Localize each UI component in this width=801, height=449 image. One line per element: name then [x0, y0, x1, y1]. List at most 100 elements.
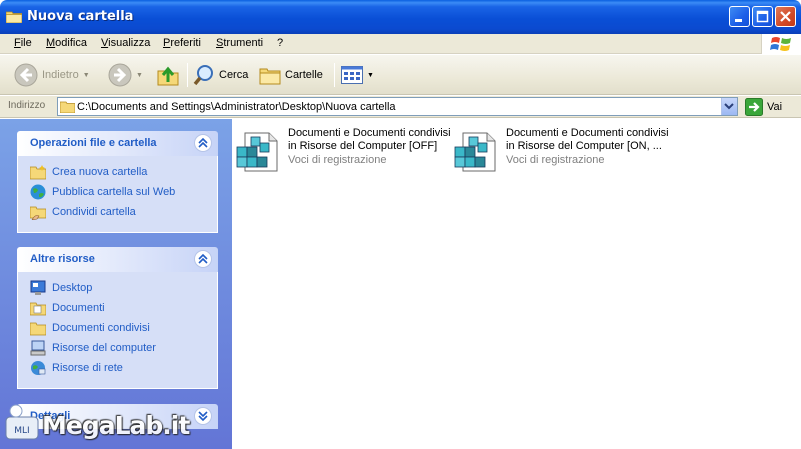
file-type: Voci di registrazione	[506, 154, 605, 166]
maximize-icon	[756, 10, 769, 23]
close-icon	[780, 11, 791, 22]
link-label: Condividi cartella	[52, 206, 136, 218]
folders-label: Cartelle	[285, 69, 323, 81]
folder-icon	[6, 11, 22, 23]
desktop-icon	[30, 280, 46, 295]
up-folder-button[interactable]	[157, 61, 179, 89]
address-dropdown-button[interactable]	[721, 98, 737, 115]
collapse-button[interactable]	[194, 250, 212, 268]
file-name: Documenti e Documenti condivisi in Risor…	[506, 127, 676, 153]
folder-icon	[30, 322, 46, 336]
chevron-down-icon	[198, 411, 208, 422]
watermark-text: MegaLab.it	[42, 411, 190, 440]
menu-bar: File Modifica Visualizza Preferiti Strum…	[0, 34, 801, 54]
chevron-down-icon	[724, 103, 734, 110]
toolbar-separator	[334, 63, 335, 87]
link-label: Risorse del computer	[52, 342, 156, 354]
file-tasks-body: Crea nuova cartella Pubblica cartella su…	[17, 156, 218, 233]
title-bar[interactable]: Nuova cartella	[0, 0, 801, 34]
watermark-badge-icon: MLI	[5, 404, 39, 440]
address-bar: Indirizzo C:\Documents and Settings\Admi…	[0, 96, 801, 118]
link-label: Risorse di rete	[52, 362, 123, 374]
file-tasks-header[interactable]: Operazioni file e cartella	[17, 131, 218, 156]
search-icon	[193, 65, 213, 86]
collapse-button[interactable]	[194, 134, 212, 152]
close-button[interactable]	[775, 6, 796, 27]
file-name-line: Documenti e Documenti condivisi	[288, 127, 451, 139]
address-path: C:\Documents and Settings\Administrator\…	[77, 101, 396, 113]
menu-visualizza[interactable]: Visualizza	[101, 37, 150, 49]
minimize-icon	[735, 19, 742, 22]
panel-title: Altre risorse	[30, 253, 95, 265]
create-folder-link[interactable]: Crea nuova cartella	[30, 164, 147, 180]
back-button[interactable]: Indietro ▼	[14, 61, 90, 89]
shared-folder-icon	[30, 206, 46, 220]
folders-button[interactable]: Cartelle	[259, 61, 323, 89]
maximize-button[interactable]	[752, 6, 773, 27]
search-label: Cerca	[219, 69, 249, 81]
search-button[interactable]: Cerca	[193, 61, 248, 89]
chevron-up-icon	[198, 137, 208, 148]
link-label: Desktop	[52, 282, 93, 294]
file-name: Documenti e Documenti condivisi in Risor…	[288, 127, 458, 153]
menu-file[interactable]: File	[14, 37, 32, 49]
link-label: Pubblica cartella sul Web	[52, 186, 176, 198]
menu-help[interactable]: ?	[277, 37, 283, 49]
link-label: Crea nuova cartella	[52, 166, 148, 178]
file-tasks-panel: Operazioni file e cartella Crea nuova ca…	[17, 131, 218, 233]
back-label: Indietro	[42, 69, 79, 81]
forward-arrow-icon	[108, 63, 132, 87]
toolbar-separator	[187, 63, 188, 87]
registry-file-icon	[454, 132, 496, 172]
documents-link[interactable]: Documenti	[30, 300, 105, 316]
forward-dropdown-icon[interactable]: ▼	[136, 72, 143, 79]
task-pane: Operazioni file e cartella Crea nuova ca…	[0, 119, 232, 449]
publish-web-link[interactable]: Pubblica cartella sul Web	[30, 184, 175, 200]
shared-documents-link[interactable]: Documenti condivisi	[30, 320, 150, 336]
file-name-line: in Risorse del Computer [ON, ...	[506, 140, 662, 152]
views-button[interactable]: ▼	[341, 61, 374, 89]
computer-icon	[30, 340, 46, 356]
go-button[interactable]: Vai	[745, 98, 782, 116]
windows-flag-icon	[770, 37, 791, 51]
menu-preferiti[interactable]: Preferiti	[163, 37, 201, 49]
network-link[interactable]: Risorse di rete	[30, 360, 123, 376]
minimize-button[interactable]	[729, 6, 750, 27]
my-computer-link[interactable]: Risorse del computer	[30, 340, 156, 356]
window-title: Nuova cartella	[27, 9, 134, 24]
share-folder-link[interactable]: Condividi cartella	[30, 204, 136, 220]
other-places-header[interactable]: Altre risorse	[17, 247, 218, 272]
views-grid-icon	[341, 66, 363, 84]
other-places-body: Desktop Documenti Documenti condivisi Ri…	[17, 272, 218, 389]
watermark-badge-text: MLI	[14, 426, 29, 436]
documents-folder-icon	[30, 302, 46, 316]
file-name-line: in Risorse del Computer [OFF]	[288, 140, 438, 152]
file-item[interactable]: Documenti e Documenti condivisi in Risor…	[450, 125, 670, 175]
chevron-up-icon	[198, 253, 208, 264]
back-arrow-icon	[14, 63, 38, 87]
expand-button[interactable]	[194, 407, 212, 425]
new-folder-icon	[30, 165, 46, 180]
folder-icon	[60, 101, 75, 113]
file-name-line: Documenti e Documenti condivisi	[506, 127, 669, 139]
link-label: Documenti	[52, 302, 105, 314]
address-input[interactable]: C:\Documents and Settings\Administrator\…	[57, 97, 738, 116]
windows-logo	[761, 34, 801, 54]
menu-modifica[interactable]: Modifica	[46, 37, 87, 49]
address-label: Indirizzo	[8, 100, 46, 111]
watermark: MLI MegaLab.it	[4, 403, 190, 443]
globe-icon	[30, 184, 46, 200]
file-item[interactable]: Documenti e Documenti condivisi in Risor…	[232, 125, 452, 175]
link-label: Documenti condivisi	[52, 322, 150, 334]
other-places-panel: Altre risorse Desktop Documenti Document…	[17, 247, 218, 389]
desktop-link[interactable]: Desktop	[30, 280, 92, 296]
network-icon	[31, 361, 46, 375]
views-dropdown-icon[interactable]: ▼	[367, 72, 374, 79]
go-arrow-icon	[745, 98, 763, 116]
up-folder-icon	[157, 66, 179, 86]
back-dropdown-icon[interactable]: ▼	[83, 72, 90, 79]
forward-button[interactable]: ▼	[108, 61, 143, 89]
menu-strumenti[interactable]: Strumenti	[216, 37, 263, 49]
file-type: Voci di registrazione	[288, 154, 387, 166]
file-list[interactable]: Documenti e Documenti condivisi in Risor…	[232, 119, 801, 449]
